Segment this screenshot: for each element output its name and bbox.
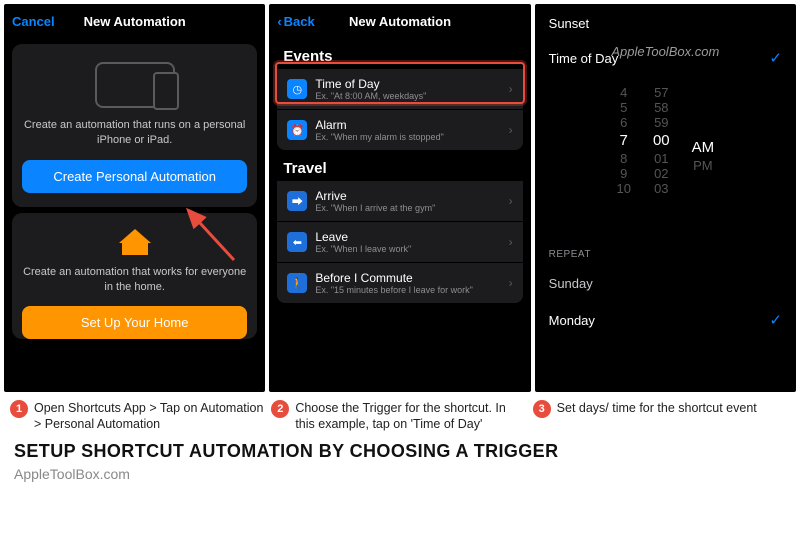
caption-3: 3 Set days/ time for the shortcut event	[533, 400, 790, 433]
row-commute[interactable]: 🚶 Before I Commute Ex. "15 minutes befor…	[277, 263, 522, 303]
row-monday[interactable]: Monday ✓	[535, 301, 796, 339]
home-icon	[122, 233, 148, 255]
ampm-wheel[interactable]: AM PM	[692, 85, 715, 225]
row-sunset[interactable]: Sunset	[535, 4, 796, 39]
header-title: New Automation	[84, 14, 186, 29]
header: ‹ Back New Automation	[269, 4, 530, 38]
row-alarm[interactable]: ⏰ Alarm Ex. "When my alarm is stopped" ›	[277, 110, 522, 150]
personal-card: Create an automation that runs on a pers…	[12, 44, 257, 207]
setup-home-button[interactable]: Set Up Your Home	[22, 306, 247, 339]
check-icon: ✓	[769, 311, 782, 329]
chevron-right-icon: ›	[509, 123, 513, 137]
bullet-icon: 2	[271, 400, 289, 418]
check-icon: ✓	[769, 49, 782, 67]
bullet-icon: 1	[10, 400, 28, 418]
caption-text: Open Shortcuts App > Tap on Automation >…	[34, 400, 267, 433]
row-sub: Ex. "15 minutes before I leave for work"	[315, 285, 508, 295]
page-headline: SETUP SHORTCUT AUTOMATION BY CHOOSING A …	[0, 435, 800, 464]
create-personal-button[interactable]: Create Personal Automation	[22, 160, 247, 193]
row-label: Arrive	[315, 189, 508, 203]
row-sub: Ex. "When I arrive at the gym"	[315, 203, 508, 213]
commute-icon: 🚶	[287, 273, 307, 293]
section-travel: Travel	[269, 150, 530, 181]
devices-icon	[95, 62, 175, 108]
row-sub: Ex. "When my alarm is stopped"	[315, 132, 508, 142]
leave-icon: ⬅	[287, 232, 307, 252]
row-label: Alarm	[315, 118, 508, 132]
day-label: Sunday	[549, 276, 593, 291]
highlight-box	[275, 62, 524, 104]
header: Cancel New Automation	[4, 4, 265, 38]
panel-new-automation: Cancel New Automation Create an automati…	[4, 4, 265, 392]
credit-line: AppleToolBox.com	[0, 464, 800, 484]
caption-2: 2 Choose the Trigger for the shortcut. I…	[271, 400, 528, 433]
chevron-right-icon: ›	[509, 194, 513, 208]
row-sunday[interactable]: Sunday	[535, 266, 796, 301]
chevron-right-icon: ›	[509, 276, 513, 290]
alarm-icon: ⏰	[287, 120, 307, 140]
chevron-left-icon: ‹	[277, 14, 281, 29]
row-label: Leave	[315, 230, 508, 244]
row-sub: Ex. "When I leave work"	[315, 244, 508, 254]
hour-wheel[interactable]: 4 5 6 7 8 9 10	[616, 85, 630, 225]
back-label: Back	[284, 14, 315, 29]
caption-row: 1 Open Shortcuts App > Tap on Automation…	[0, 392, 800, 435]
bullet-icon: 3	[533, 400, 551, 418]
cancel-button[interactable]: Cancel	[12, 14, 55, 29]
personal-desc: Create an automation that runs on a pers…	[22, 118, 247, 148]
home-card: Create an automation that works for ever…	[12, 213, 257, 340]
panel-time-settings: Sunset Time of Day ✓ AppleToolBox.com 4 …	[535, 4, 796, 392]
arrive-icon: ⮕	[287, 191, 307, 211]
header-title: New Automation	[349, 14, 451, 29]
caption-text: Set days/ time for the shortcut event	[557, 400, 757, 433]
panel-trigger-list: ‹ Back New Automation Events ◷ Time of D…	[269, 4, 530, 392]
row-leave[interactable]: ⬅ Leave Ex. "When I leave work" ›	[277, 222, 522, 263]
caption-text: Choose the Trigger for the shortcut. In …	[295, 400, 528, 433]
minute-wheel[interactable]: 57 58 59 00 01 02 03	[653, 85, 670, 225]
chevron-right-icon: ›	[509, 235, 513, 249]
home-desc: Create an automation that works for ever…	[22, 265, 247, 295]
caption-1: 1 Open Shortcuts App > Tap on Automation…	[10, 400, 267, 433]
row-arrive[interactable]: ⮕ Arrive Ex. "When I arrive at the gym" …	[277, 181, 522, 222]
time-picker[interactable]: 4 5 6 7 8 9 10 57 58 59 00 01 02 03 AM P…	[535, 77, 796, 233]
day-label: Monday	[549, 313, 595, 328]
row-label: Before I Commute	[315, 271, 508, 285]
watermark: AppleToolBox.com	[611, 44, 719, 59]
section-repeat: REPEAT	[535, 233, 796, 266]
back-button[interactable]: ‹ Back	[277, 14, 314, 29]
row-label: Time of Day	[549, 51, 619, 66]
